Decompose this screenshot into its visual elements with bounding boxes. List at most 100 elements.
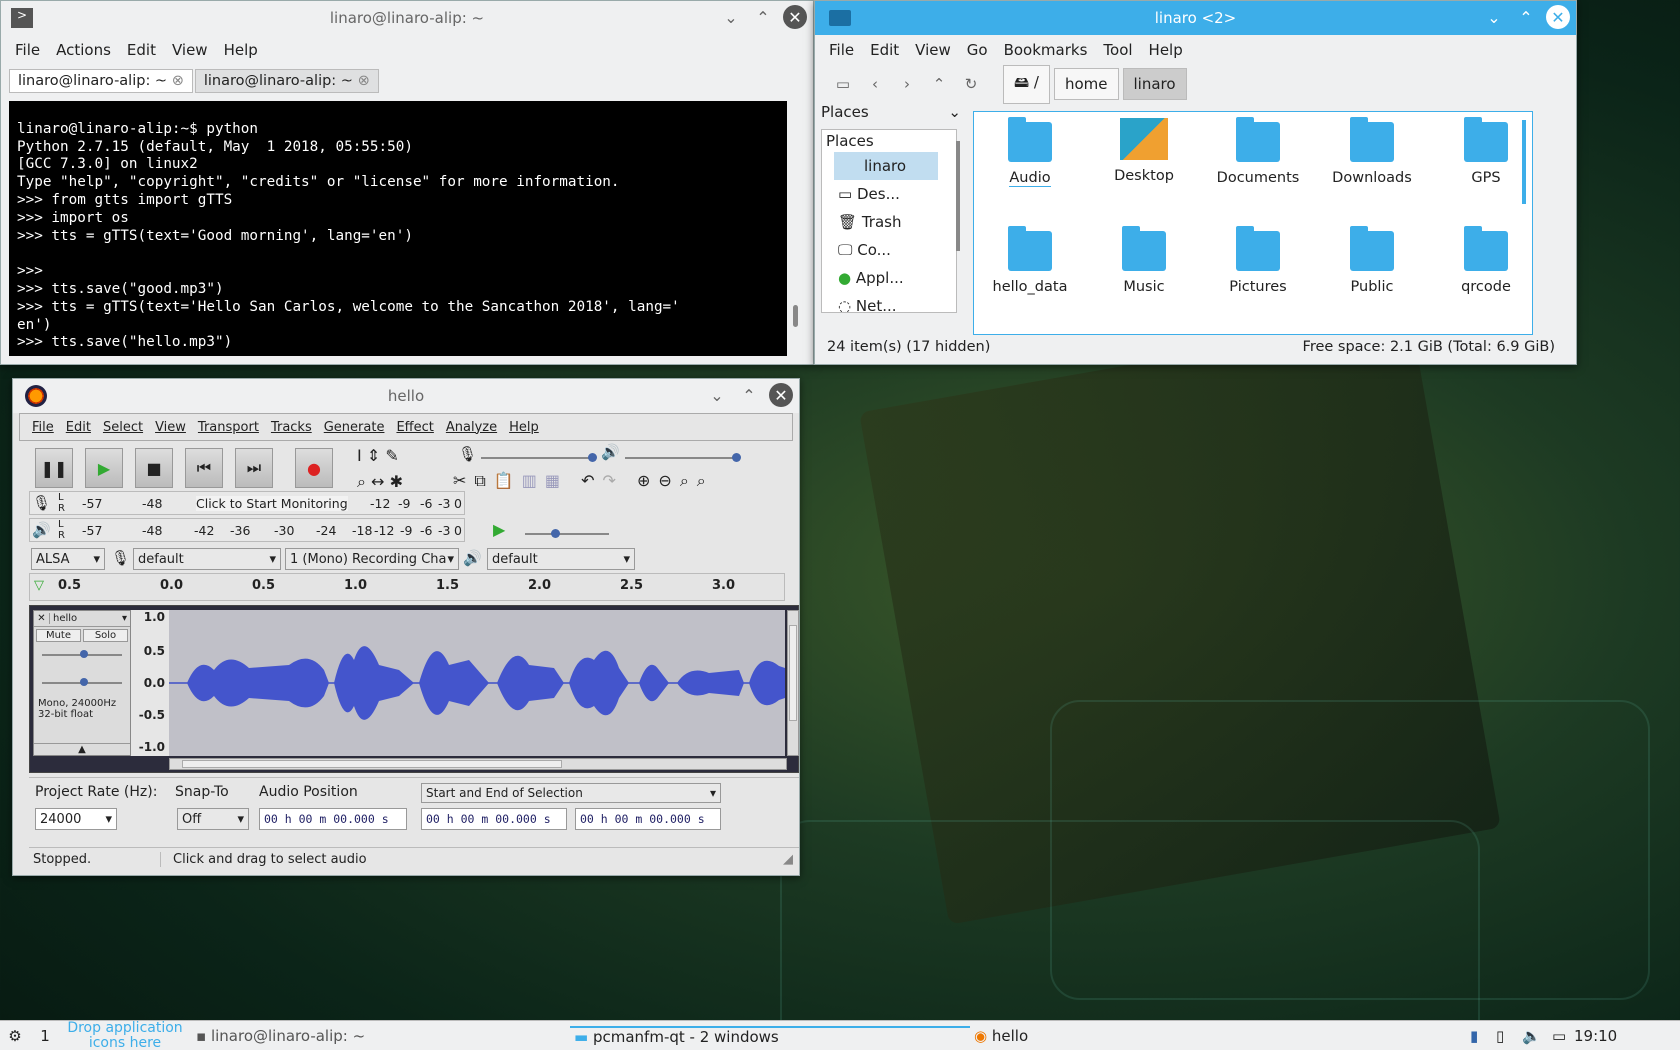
menu-effect[interactable]: Effect: [390, 420, 439, 435]
places-scrollbar[interactable]: [956, 141, 960, 251]
recording-device-select[interactable]: default ▾: [133, 548, 281, 570]
breadcrumb-root[interactable]: 🖴 /: [1003, 64, 1050, 104]
cut-icon[interactable]: ✂: [453, 471, 474, 490]
close-icon[interactable]: ✕: [783, 5, 807, 29]
selection-tool-icon[interactable]: Ⅰ: [357, 446, 362, 465]
network-icon[interactable]: ▮: [1470, 1027, 1496, 1045]
resize-grip-icon[interactable]: ◢: [783, 852, 799, 867]
menu-bookmarks[interactable]: Bookmarks: [996, 41, 1096, 59]
place-computer[interactable]: 🖵 Co...: [822, 236, 956, 264]
place-applications[interactable]: ● Appl...: [822, 264, 956, 292]
close-icon[interactable]: ✕: [1546, 5, 1570, 29]
undo-icon[interactable]: ↶: [581, 471, 602, 490]
breadcrumb-linaro[interactable]: linaro: [1122, 68, 1187, 100]
horizontal-scrollbar[interactable]: [169, 758, 787, 770]
project-rate-combo[interactable]: 24000 ▾: [35, 808, 117, 830]
folder-scrollbar[interactable]: [1522, 120, 1526, 204]
folder-music[interactable]: Music: [1089, 226, 1199, 295]
place-trash[interactable]: 🗑 Trash: [822, 208, 956, 236]
slider-thumb[interactable]: [551, 529, 560, 538]
menu-analyze[interactable]: Analyze: [440, 420, 503, 435]
up-icon[interactable]: ⌃: [925, 75, 953, 93]
zoom-out-icon[interactable]: ⊖: [658, 471, 679, 490]
show-desktop-icon[interactable]: ▭: [1552, 1027, 1574, 1045]
play-speed-slider[interactable]: [525, 529, 609, 538]
terminal-output[interactable]: linaro@linaro-alip:~$ python Python 2.7.1…: [9, 101, 787, 356]
maximize-icon[interactable]: ⌃: [1514, 5, 1538, 29]
skip-start-button[interactable]: ⏮: [185, 448, 223, 488]
play-button[interactable]: ▶: [85, 448, 123, 488]
paste-icon[interactable]: 📋: [494, 471, 522, 490]
folder-hello-data[interactable]: hello_data: [975, 226, 1085, 295]
place-linaro[interactable]: linaro: [834, 152, 938, 180]
scrollbar-thumb[interactable]: [789, 625, 797, 721]
reload-icon[interactable]: ↻: [957, 75, 985, 93]
minimize-icon[interactable]: ⌄: [1482, 5, 1506, 29]
folder-downloads[interactable]: Downloads: [1317, 117, 1427, 186]
menu-file[interactable]: File: [821, 41, 862, 59]
menu-edit[interactable]: Edit: [60, 420, 97, 435]
selection-mode-select[interactable]: Start and End of Selection ▾: [421, 783, 721, 803]
menu-view[interactable]: View: [907, 41, 959, 59]
volume-icon[interactable]: 🔈: [1522, 1027, 1552, 1045]
slider-thumb[interactable]: [80, 678, 88, 686]
filemanager-titlebar[interactable]: linaro <2> ⌄ ⌃ ✕: [815, 1, 1576, 35]
play-at-speed-button[interactable]: ▶: [493, 520, 505, 539]
zoom-in-icon[interactable]: ⊕: [637, 471, 658, 490]
scrollbar-thumb[interactable]: [182, 760, 562, 768]
playback-device-select[interactable]: default ▾: [487, 548, 635, 570]
menu-edit[interactable]: Edit: [862, 41, 907, 59]
folder-audio[interactable]: Audio: [975, 117, 1085, 187]
record-volume-slider[interactable]: [481, 453, 597, 462]
record-meter[interactable]: 🎙 L R -57 -48 Click to Start Monitoring -1…: [29, 491, 465, 515]
recording-channels-select[interactable]: 1 (Mono) Recording Cha ▾: [285, 548, 459, 570]
slider-thumb[interactable]: [80, 650, 88, 658]
draw-tool-icon[interactable]: ✎: [385, 446, 398, 465]
audio-position-field[interactable]: 00 h 00 m 00.000 s: [259, 808, 407, 830]
collapse-track-icon[interactable]: ▲: [34, 743, 130, 755]
selection-end-field[interactable]: 00 h 00 m 00.000 s: [575, 808, 721, 830]
terminal-scrollbar[interactable]: [793, 305, 798, 327]
skip-end-button[interactable]: ⏭: [235, 448, 273, 488]
clock[interactable]: 19:10: [1574, 1027, 1624, 1045]
menu-help[interactable]: Help: [216, 41, 266, 59]
solo-button[interactable]: Solo: [83, 629, 128, 642]
track-control-panel[interactable]: ✕ hello ▾ Mute Solo Mono, 24000Hz 32-bit fl…: [33, 610, 131, 756]
track-name-menu[interactable]: ✕ hello ▾: [34, 611, 130, 627]
amplitude-scale[interactable]: 1.0 0.5 0.0 -0.5 -1.0: [131, 610, 169, 756]
zoom-tool-icon[interactable]: ⌕: [357, 472, 366, 491]
menu-generate[interactable]: Generate: [318, 420, 391, 435]
close-icon[interactable]: ✕: [769, 383, 793, 407]
task-filemanager[interactable]: ▬ pcmanfm-qt - 2 windows: [570, 1025, 970, 1046]
back-icon[interactable]: ‹: [861, 75, 889, 93]
terminal-titlebar[interactable]: > linaro@linaro-alip: ~ ⌄ ⌃ ✕: [1, 1, 813, 35]
menu-help[interactable]: Help: [503, 420, 545, 435]
envelope-tool-icon[interactable]: ⇕: [367, 446, 380, 465]
play-head-icon[interactable]: ▽: [34, 578, 44, 593]
menu-view[interactable]: View: [149, 420, 192, 435]
mute-button[interactable]: Mute: [36, 629, 81, 642]
place-desktop[interactable]: ▭ Des...: [822, 180, 956, 208]
audio-host-select[interactable]: ALSA ▾: [31, 548, 105, 570]
app-menu-icon[interactable]: ⚙: [0, 1027, 30, 1045]
pause-button[interactable]: ❚❚: [35, 448, 73, 488]
record-button[interactable]: ●: [295, 448, 333, 488]
menu-help[interactable]: Help: [1141, 41, 1191, 59]
multi-tool-icon[interactable]: ✱: [390, 472, 403, 491]
close-tab-icon[interactable]: ⊗: [172, 73, 184, 89]
folder-pictures[interactable]: Pictures: [1203, 226, 1313, 295]
start-monitoring-label[interactable]: Click to Start Monitoring: [196, 496, 348, 511]
menu-actions[interactable]: Actions: [48, 41, 119, 59]
menu-transport[interactable]: Transport: [192, 420, 265, 435]
maximize-icon[interactable]: ⌃: [737, 383, 761, 407]
menu-select[interactable]: Select: [97, 420, 149, 435]
folder-public[interactable]: Public: [1317, 226, 1427, 295]
pan-slider[interactable]: [42, 678, 122, 686]
forward-icon[interactable]: ›: [893, 75, 921, 93]
place-network[interactable]: ◌ Net...: [822, 292, 956, 312]
copy-icon[interactable]: ⧉: [474, 471, 493, 490]
timeline-ruler[interactable]: ▽ 0.5 0.0 0.5 1.0 1.5 2.0 2.5 3.0: [29, 573, 785, 601]
menu-tracks[interactable]: Tracks: [265, 420, 318, 435]
snap-to-select[interactable]: Off ▾: [177, 808, 249, 830]
fit-project-icon[interactable]: ⌕: [697, 471, 714, 490]
